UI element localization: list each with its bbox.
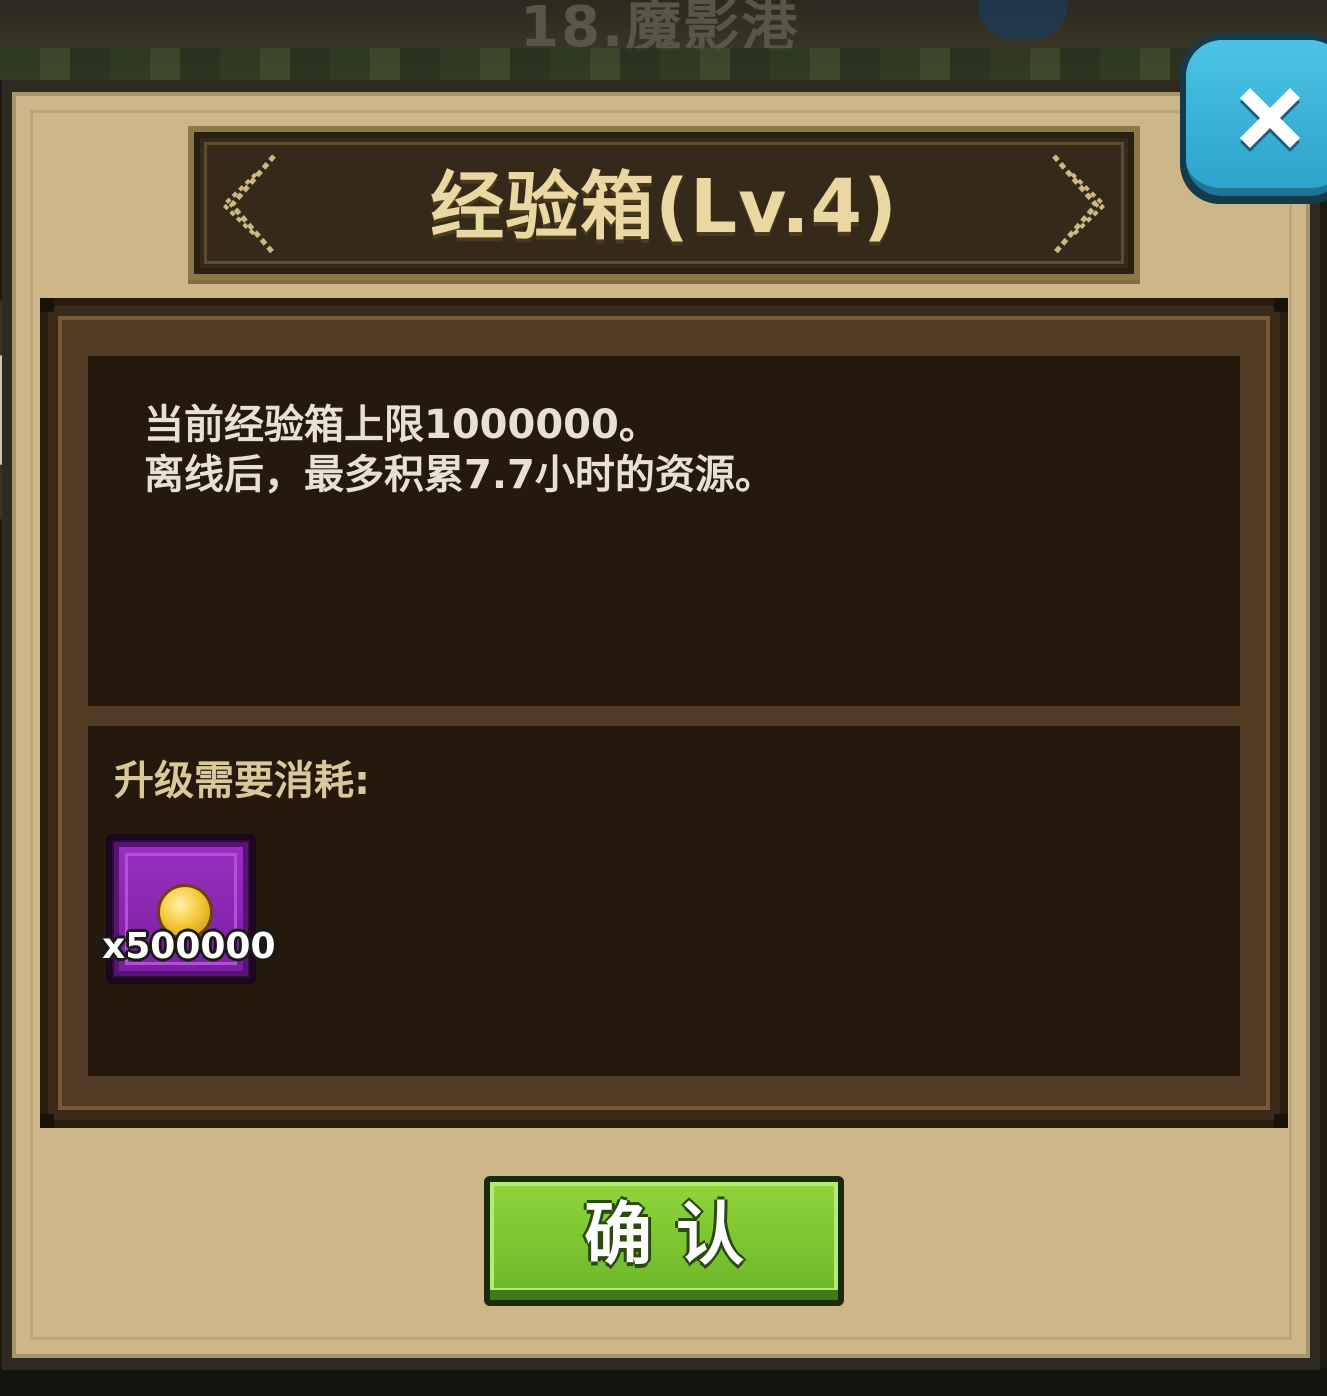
upgrade-cost-label: 升级需要消耗: (114, 758, 370, 804)
cost-item-slot[interactable]: x500000 (102, 834, 276, 984)
background-scene: 18.魔影港 (0, 0, 1327, 80)
background-foliage (0, 48, 1327, 80)
dialog-title: 经验箱(Lv.4) (430, 164, 898, 250)
panel-corner-tr (1274, 298, 1288, 312)
description-line-offline: 离线后，最多积累7.7小时的资源。 (144, 452, 775, 498)
close-icon (1240, 88, 1300, 152)
confirm-button-shadow (490, 1290, 838, 1300)
title-banner: 经验箱(Lv.4) (188, 126, 1140, 280)
close-button[interactable] (1180, 34, 1327, 212)
hint-icon (978, 0, 1068, 40)
confirm-button[interactable]: 确认 (484, 1176, 844, 1306)
ornament-right-icon (1052, 154, 1107, 256)
background-bottom-bar (0, 1368, 1327, 1396)
panel-corner-bl (40, 1114, 54, 1128)
cost-item-quantity: x500000 (102, 926, 276, 967)
panel-corner-br (1274, 1114, 1288, 1128)
panel-corner-tl (40, 298, 54, 312)
confirm-button-label: 确认 (583, 1196, 768, 1275)
